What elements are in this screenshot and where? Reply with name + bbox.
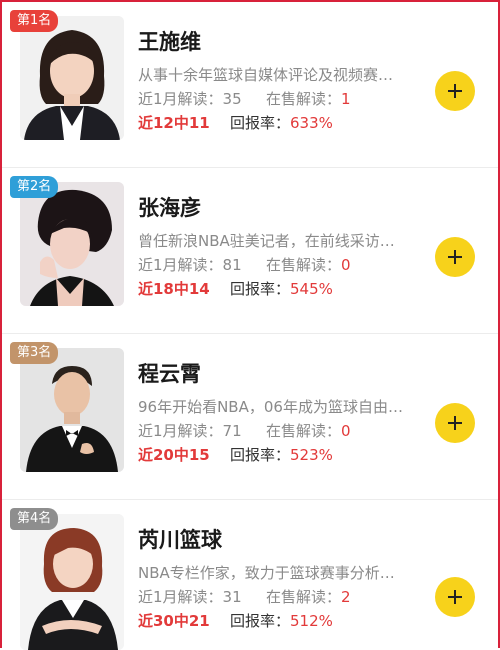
roi-value: 523%	[290, 446, 333, 464]
expert-record: 近12中11 回报率：633%	[138, 112, 333, 133]
avatar[interactable]	[20, 16, 124, 140]
expert-stats: 近1月解读：35 在售解读：1	[138, 88, 351, 109]
monthly-label: 近1月解读：	[138, 588, 223, 606]
roi-label: 回报率：	[230, 114, 291, 132]
on-sale-value: 1	[341, 90, 351, 108]
expert-stats: 近1月解读：71 在售解读：0	[138, 420, 351, 441]
plus-icon	[448, 416, 462, 430]
on-sale-value: 0	[341, 256, 351, 274]
roi-value: 633%	[290, 114, 333, 132]
expert-card[interactable]: 第4名 芮川篮球 NBA专栏作家，致力于篮球赛事分析… 近1月解读：31 在售解…	[2, 500, 498, 650]
expert-description: 从事十余年篮球自媒体评论及视频赛…	[138, 66, 394, 84]
expert-stats: 近1月解读：81 在售解读：0	[138, 254, 351, 275]
plus-icon	[448, 590, 462, 604]
expert-name: 张海彦	[138, 196, 201, 220]
monthly-value: 35	[222, 90, 242, 108]
on-sale-label: 在售解读：	[266, 90, 342, 108]
expert-name: 王施维	[138, 30, 201, 54]
on-sale-label: 在售解读：	[266, 256, 342, 274]
expert-stats: 近1月解读：31 在售解读：2	[138, 586, 351, 607]
avatar-photo	[20, 514, 124, 650]
hit-streak: 近30中21	[138, 612, 210, 630]
roi-value: 512%	[290, 612, 333, 630]
plus-icon	[448, 84, 462, 98]
avatar[interactable]	[20, 514, 124, 650]
plus-icon	[448, 250, 462, 264]
expert-name: 程云霄	[138, 362, 201, 386]
monthly-value: 31	[222, 588, 242, 606]
monthly-label: 近1月解读：	[138, 256, 223, 274]
monthly-value: 71	[222, 422, 242, 440]
hit-streak: 近20中15	[138, 446, 210, 464]
expert-card[interactable]: 第1名 王施维 从事十余年篮球自媒体评论及视频赛… 近1月解读：35 在售解读：…	[2, 2, 498, 168]
app-frame: 第1名 王施维 从事十余年篮球自媒体评论及视频赛… 近1月解读：35 在售解读：…	[0, 0, 500, 650]
rank-badge: 第1名	[10, 10, 59, 32]
expert-description: 曾任新浪NBA驻美记者，在前线采访…	[138, 232, 395, 250]
expert-record: 近18中14 回报率：545%	[138, 278, 333, 299]
on-sale-value: 0	[341, 422, 351, 440]
rank-badge: 第2名	[10, 176, 59, 198]
monthly-value: 81	[222, 256, 242, 274]
expert-name: 芮川篮球	[138, 528, 222, 552]
rank-badge: 第4名	[10, 508, 59, 530]
monthly-label: 近1月解读：	[138, 90, 223, 108]
follow-button[interactable]	[435, 71, 475, 111]
expert-ranking-list: 第1名 王施维 从事十余年篮球自媒体评论及视频赛… 近1月解读：35 在售解读：…	[2, 2, 498, 650]
expert-description: 96年开始看NBA，06年成为篮球自由…	[138, 398, 403, 416]
expert-record: 近30中21 回报率：512%	[138, 610, 333, 631]
follow-button[interactable]	[435, 403, 475, 443]
avatar-photo	[20, 182, 124, 306]
roi-label: 回报率：	[230, 612, 291, 630]
avatar[interactable]	[20, 348, 124, 472]
avatar[interactable]	[20, 182, 124, 306]
follow-button[interactable]	[435, 577, 475, 617]
hit-streak: 近12中11	[138, 114, 210, 132]
hit-streak: 近18中14	[138, 280, 210, 298]
follow-button[interactable]	[435, 237, 475, 277]
roi-label: 回报率：	[230, 446, 291, 464]
expert-record: 近20中15 回报率：523%	[138, 444, 333, 465]
avatar-photo	[20, 16, 124, 140]
expert-description: NBA专栏作家，致力于篮球赛事分析…	[138, 564, 395, 582]
on-sale-label: 在售解读：	[266, 422, 342, 440]
expert-card[interactable]: 第2名 张海彦 曾任新浪NBA驻美记者，在前线采访… 近1月解读：81 在售解读…	[2, 168, 498, 334]
avatar-photo	[20, 348, 124, 472]
roi-label: 回报率：	[230, 280, 291, 298]
monthly-label: 近1月解读：	[138, 422, 223, 440]
on-sale-value: 2	[341, 588, 351, 606]
expert-card[interactable]: 第3名 程云霄 96年开始看NBA，06年成为篮球自由… 近1月解读：71 在售…	[2, 334, 498, 500]
on-sale-label: 在售解读：	[266, 588, 342, 606]
rank-badge: 第3名	[10, 342, 59, 364]
roi-value: 545%	[290, 280, 333, 298]
